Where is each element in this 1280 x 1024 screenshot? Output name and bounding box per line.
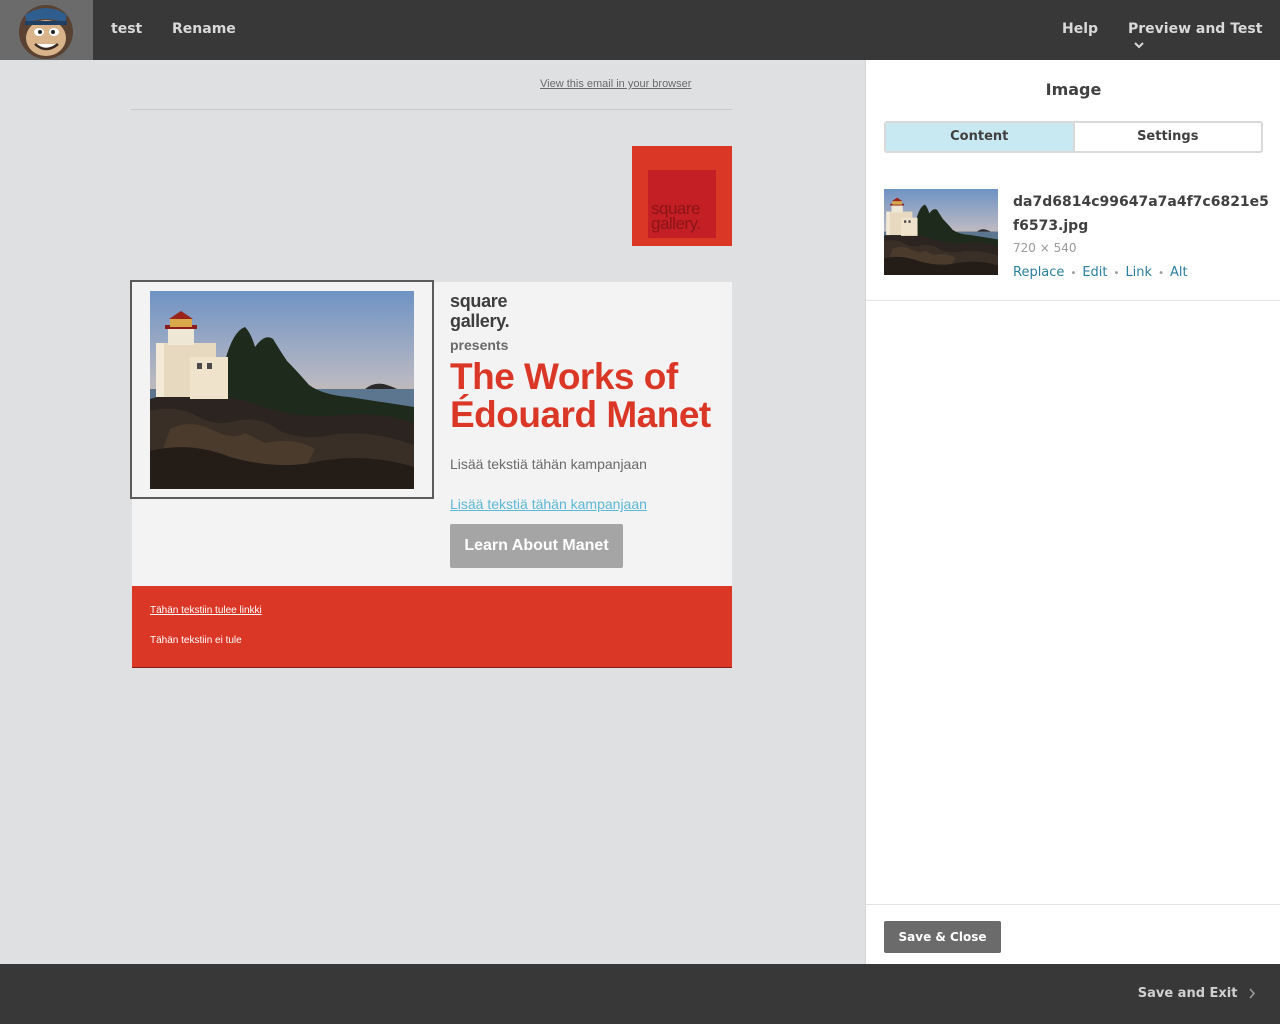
alt-link[interactable]: Alt	[1170, 265, 1188, 280]
chevron-down-icon	[1134, 42, 1144, 49]
home-button[interactable]	[0, 0, 93, 60]
presents-text: presents	[450, 337, 509, 353]
chevron-right-icon	[1249, 988, 1256, 999]
save-and-exit-label: Save and Exit	[1137, 986, 1238, 1001]
email-footer[interactable]: Tähän tekstiin tulee linkki Tähän teksti…	[132, 586, 732, 668]
brand-logo-block[interactable]: square gallery.	[632, 146, 732, 246]
freddie-logo-icon	[19, 5, 73, 59]
tab-settings[interactable]: Settings	[1072, 123, 1262, 151]
email-canvas: View this email in your browser square g…	[0, 60, 865, 964]
learn-about-manet-button[interactable]: Learn About Manet	[450, 524, 623, 568]
headline: The Works of Édouard Manet	[450, 356, 711, 435]
footer-link[interactable]: Tähän tekstiin tulee linkki	[150, 605, 262, 616]
panel-divider	[866, 300, 1280, 301]
campaign-name[interactable]: test	[111, 21, 142, 37]
lighthouse-photo	[150, 291, 414, 489]
tab-content[interactable]: Content	[886, 123, 1073, 151]
brand-logo-text: square gallery.	[651, 199, 701, 233]
body-text: Lisää tekstiä tähän kampanjaan	[450, 456, 647, 472]
header-divider	[131, 109, 732, 110]
separator-dot: •	[1070, 268, 1077, 279]
preview-and-test-menu[interactable]: Preview and Test	[1128, 21, 1280, 53]
image-filename: da7d6814c99647a7a4f7c6821e5f6573.jpg	[1013, 194, 1269, 234]
body-link[interactable]: Lisää tekstiä tähän kampanjaan	[450, 496, 647, 512]
view-in-browser-link[interactable]: View this email in your browser	[540, 78, 691, 90]
footer-text: Tähän tekstiin ei tule	[150, 635, 242, 646]
save-and-close-button[interactable]: Save & Close	[884, 921, 1001, 953]
help-link[interactable]: Help	[1062, 21, 1098, 37]
selected-image-block[interactable]	[130, 280, 434, 499]
edit-link[interactable]: Edit	[1082, 265, 1107, 280]
bottom-bar: Save and Exit	[0, 964, 1280, 1024]
panel-footer-divider	[866, 904, 1280, 905]
panel-tabs: Content Settings	[884, 121, 1263, 153]
rename-button[interactable]: Rename	[172, 21, 236, 37]
preview-and-test-label: Preview and Test	[1128, 21, 1263, 37]
link-link[interactable]: Link	[1125, 265, 1152, 280]
image-actions: Replace • Edit • Link • Alt	[1013, 265, 1188, 280]
separator-dot: •	[1113, 268, 1120, 279]
image-thumbnail[interactable]	[884, 189, 998, 275]
image-editor-panel: Image Content Settings da7d6814c99647a7a…	[865, 60, 1280, 964]
brand-name-text: square gallery.	[450, 291, 510, 331]
image-dimensions: 720 × 540	[1013, 241, 1077, 255]
replace-link[interactable]: Replace	[1013, 265, 1064, 280]
separator-dot: •	[1158, 268, 1164, 279]
panel-title: Image	[1045, 80, 1102, 99]
save-and-exit-button[interactable]: Save and Exit	[1138, 986, 1256, 1001]
top-bar: test Rename Help Preview and Test	[0, 0, 1280, 60]
